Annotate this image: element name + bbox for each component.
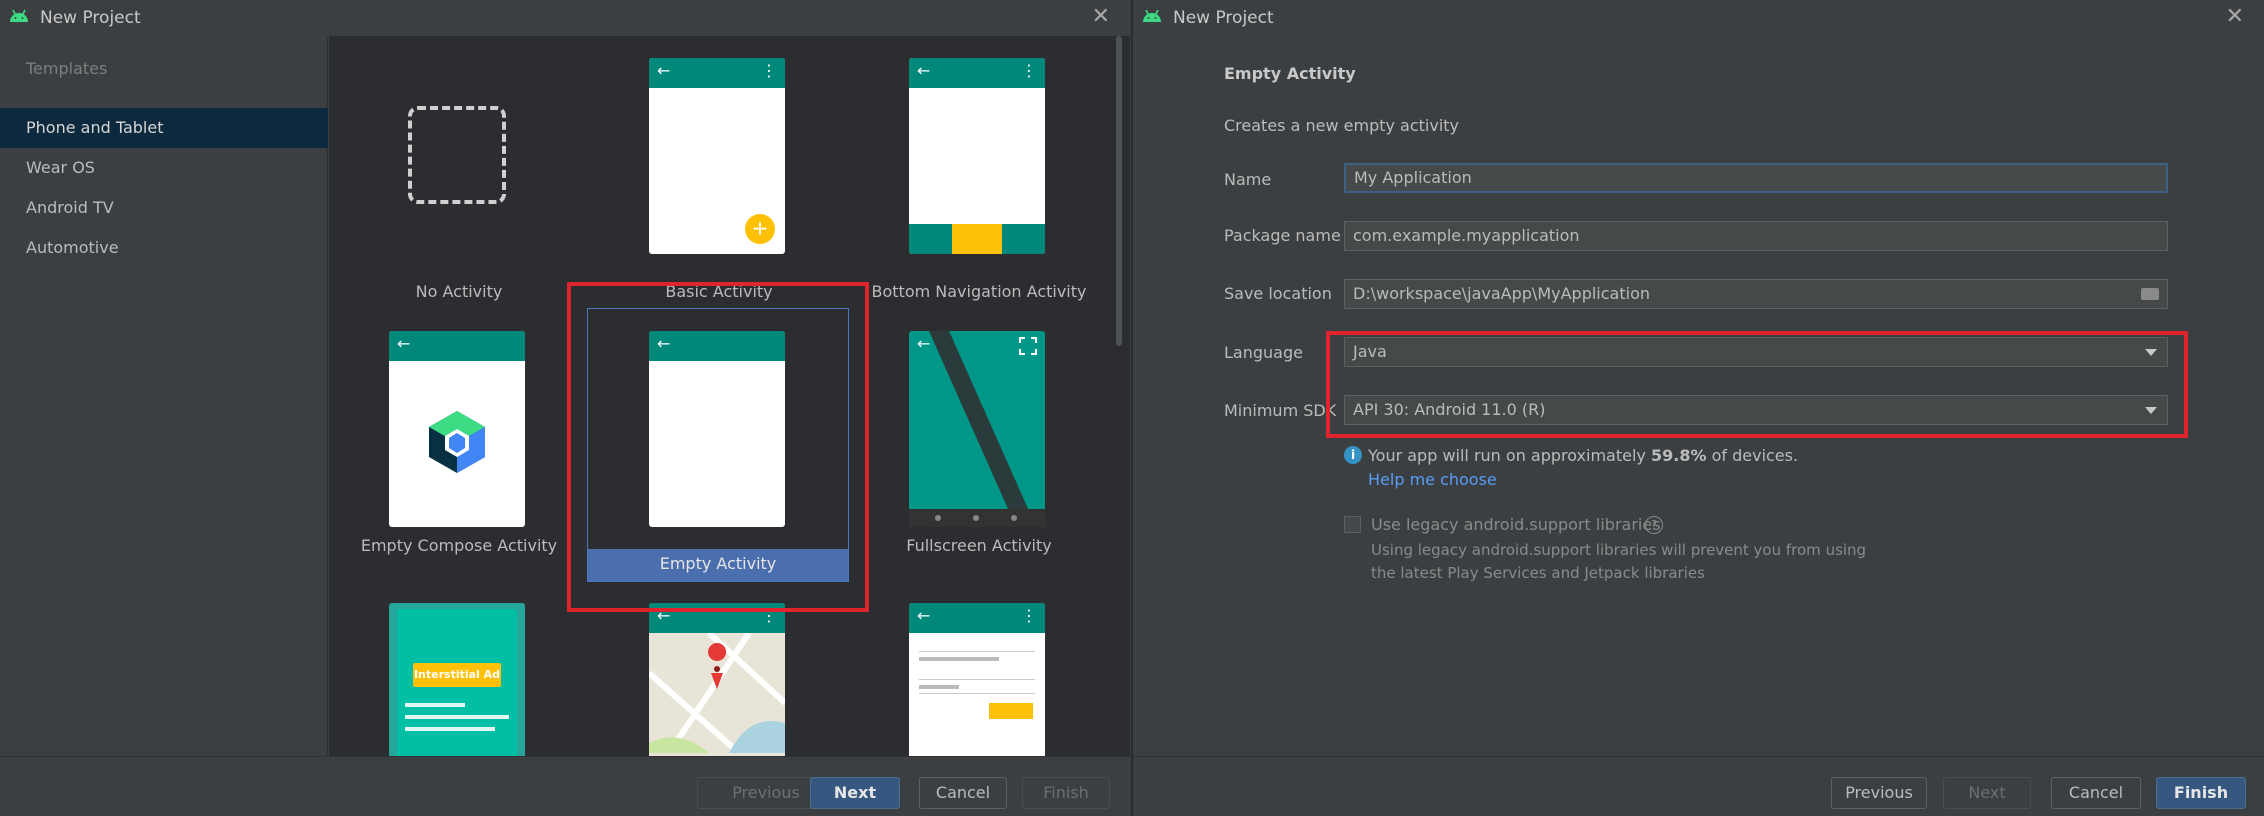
device-coverage-text: Your app will run on approximately 59.8%… — [1368, 446, 1799, 465]
template-card-bottom-navigation-activity[interactable]: ← ⋮ Bottom Navigation Activity — [849, 36, 1109, 306]
fullscreen-thumbnail: ← — [909, 331, 1045, 527]
title-bar: New Project ✕ — [0, 0, 1130, 36]
dialog-footer: Previous Next Cancel Finish — [0, 756, 1130, 816]
highlight-box-empty-activity — [567, 282, 869, 612]
sidebar-header: Templates — [26, 59, 108, 78]
finish-button[interactable]: Finish — [2156, 777, 2246, 809]
template-card-basic-activity[interactable]: ← ⋮ + Basic Activity — [589, 36, 849, 306]
cancel-button[interactable]: Cancel — [919, 777, 1007, 809]
cancel-button[interactable]: Cancel — [2051, 777, 2141, 809]
fullscreen-icon — [1019, 337, 1037, 355]
save-location-value: D:\workspace\javaApp\MyApplication — [1353, 284, 1650, 303]
highlight-box-language-sdk — [1326, 331, 2188, 438]
template-label: No Activity — [415, 282, 503, 301]
sidebar-item-automotive[interactable]: Automotive — [0, 228, 328, 268]
back-arrow-icon: ← — [917, 334, 931, 353]
gallery-scrollbar[interactable] — [1116, 36, 1122, 346]
android-icon — [10, 9, 28, 22]
template-card-fullscreen-activity[interactable]: ← Fullscreen Activity — [849, 306, 1109, 578]
template-card-login-activity[interactable]: ← ⋮ — [849, 578, 1109, 756]
name-label: Name — [1224, 170, 1272, 189]
activity-heading: Empty Activity — [1224, 64, 1356, 83]
login-thumbnail: ← ⋮ — [909, 603, 1045, 756]
sidebar-item-android-tv[interactable]: Android TV — [0, 188, 328, 228]
folder-icon[interactable] — [2141, 288, 2159, 300]
overflow-menu-icon: ⋮ — [761, 61, 777, 80]
next-button[interactable]: Next — [810, 777, 900, 809]
legacy-note-line-2: the latest Play Services and Jetpack lib… — [1371, 564, 1705, 582]
package-name-input[interactable]: com.example.myapplication — [1344, 221, 2168, 251]
back-arrow-icon: ← — [917, 606, 931, 625]
template-label: Fullscreen Activity — [906, 536, 1052, 555]
legacy-note-line-1: Using legacy android.support libraries w… — [1371, 541, 1867, 559]
template-label: Bottom Navigation Activity — [871, 282, 1087, 301]
templates-sidebar: Templates Phone and Tablet Wear OS Andro… — [0, 36, 328, 756]
legacy-libraries-label[interactable]: Use legacy android.support libraries — [1371, 515, 1661, 534]
sidebar-item-wear-os[interactable]: Wear OS — [0, 148, 328, 188]
language-label: Language — [1224, 343, 1303, 362]
android-icon — [1143, 9, 1161, 22]
package-name-label: Package name — [1224, 226, 1341, 245]
coverage-percent: 59.8% — [1650, 446, 1707, 465]
sidebar-item-phone-and-tablet[interactable]: Phone and Tablet — [0, 108, 328, 148]
activity-description: Creates a new empty activity — [1224, 116, 1460, 135]
close-icon[interactable]: ✕ — [1092, 4, 1110, 29]
back-arrow-icon: ← — [397, 334, 411, 353]
name-input[interactable]: My Application — [1344, 163, 2168, 193]
new-project-window-templates: New Project ✕ Templates Phone and Tablet… — [0, 0, 1130, 816]
overflow-menu-icon: ⋮ — [1021, 61, 1037, 80]
template-card-interstitial-ad[interactable]: Interstitial Ad — [329, 578, 589, 756]
bottom-navigation-thumbnail: ← ⋮ — [909, 58, 1045, 254]
interstitial-ad-label: Interstitial Ad — [413, 663, 501, 687]
close-icon[interactable]: ✕ — [2226, 4, 2244, 29]
template-card-empty-compose-activity[interactable]: ← Empty Compose Activity — [329, 306, 589, 578]
overflow-menu-icon: ⋮ — [1021, 606, 1037, 625]
template-label: Empty Compose Activity — [360, 536, 558, 555]
minimum-sdk-label: Minimum SDK — [1224, 401, 1337, 420]
finish-button[interactable]: Finish — [1022, 777, 1110, 809]
interstitial-thumbnail: Interstitial Ad — [389, 603, 525, 756]
basic-activity-thumbnail: ← ⋮ + — [649, 58, 785, 254]
back-arrow-icon: ← — [917, 61, 931, 80]
info-icon: i — [1344, 446, 1362, 464]
help-me-choose-link[interactable]: Help me choose — [1368, 470, 1497, 489]
save-location-input[interactable]: D:\workspace\javaApp\MyApplication — [1344, 279, 2168, 309]
window-title: New Project — [1173, 8, 1274, 28]
back-arrow-icon: ← — [657, 61, 671, 80]
jetpack-compose-icon — [429, 411, 485, 473]
window-title: New Project — [40, 8, 141, 28]
legacy-libraries-checkbox[interactable] — [1344, 516, 1361, 533]
empty-dashed-icon — [408, 106, 506, 204]
previous-button[interactable]: Previous — [1831, 777, 1927, 809]
empty-compose-thumbnail: ← — [389, 331, 525, 527]
title-bar: New Project ✕ — [1133, 0, 2264, 36]
new-project-window-configure: New Project ✕ Empty Activity Creates a n… — [1131, 0, 2264, 816]
help-question-icon[interactable]: ? — [1645, 516, 1663, 534]
save-location-label: Save location — [1224, 284, 1332, 303]
template-card-no-activity[interactable]: No Activity — [329, 36, 589, 306]
dialog-footer: Previous Next Cancel Finish — [1133, 756, 2264, 816]
next-button[interactable]: Next — [1943, 777, 2031, 809]
fab-plus-icon: + — [745, 214, 775, 244]
maps-thumbnail: ← ⋮ — [649, 603, 785, 756]
